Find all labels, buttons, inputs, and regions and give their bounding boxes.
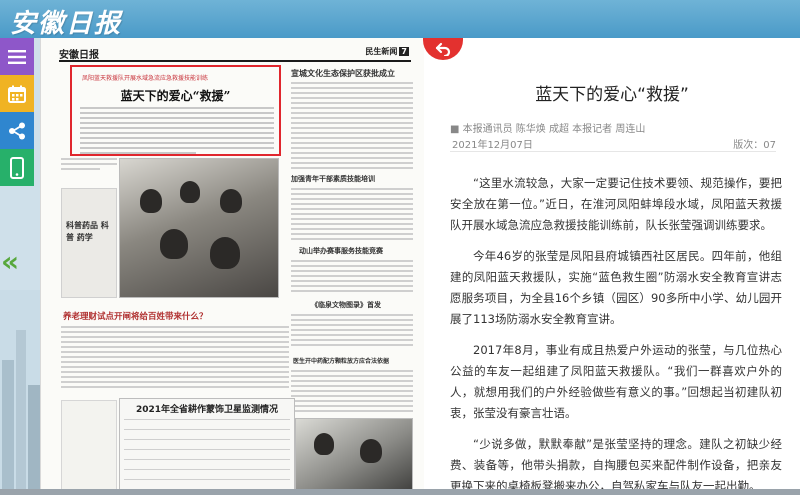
article-page: 版次：07 (733, 140, 776, 151)
highlighted-article-title: 蓝天下的爱心“救援” (120, 89, 231, 103)
highlighted-article-tag: 凤阳蓝天救援队开展水域急流应急救援技能训练 (82, 75, 209, 82)
news-column-right-5 (291, 370, 413, 415)
article-paragraph: 2017年8月，事业有成且热爱户外运动的张莹，与几位热心公益的车友一起组建了凤阳… (450, 343, 782, 420)
highlighted-article-text (80, 107, 274, 157)
news-column-right-4 (291, 314, 413, 349)
previous-page-icon[interactable]: « (1, 248, 19, 276)
highlighted-article-region[interactable]: 凤阳蓝天救援队开展水域急流应急救援技能训练 蓝天下的爱心“救援” (70, 65, 281, 156)
calendar-button[interactable] (0, 75, 34, 112)
site-logo[interactable]: 安徽日报 (10, 3, 122, 40)
headline-6[interactable]: 养老理财试点开闸将给百姓带来什么？ (63, 310, 208, 322)
news-photo-children[interactable] (119, 158, 279, 298)
monitoring-table-title: 2021年全省耕作蒙饰卫星监测情况 (135, 405, 279, 415)
article-body: “这里水流较急，大家一定要记住技术要领、规范操作，要把安全放在第一位。”近日，在… (450, 173, 782, 495)
news-column-right-1 (291, 82, 413, 172)
city-silhouette (0, 290, 40, 495)
news-column-right-2 (291, 188, 413, 243)
headline-5[interactable]: 医生开中药配方颗粒放方应合法依据 (293, 356, 389, 365)
newspaper-masthead: 安徽日报 民生新闻 7 (59, 46, 411, 62)
news-column-lower (61, 326, 289, 391)
monitoring-table[interactable]: 2021年全省耕作蒙饰卫星监测情况 (119, 398, 295, 495)
share-button[interactable] (0, 112, 34, 149)
headline-3[interactable]: 动山举办赛事服务技能竞赛 (299, 246, 383, 256)
mobile-button[interactable] (0, 149, 34, 186)
article-meta: 2021年12月07日 版次：07 (450, 134, 776, 152)
sidebar-feature-box[interactable]: 科普药品 科普 药学 (61, 188, 117, 298)
news-brief-box[interactable] (61, 400, 117, 493)
article-title: 蓝天下的爱心“救援” (535, 85, 689, 105)
article-date: 2021年12月07日 (452, 140, 533, 151)
headline-2[interactable]: 加强青年干部素质技能培训 (291, 174, 375, 184)
article-authors: ■ 本报通讯员 陈华焕 成超 本报记者 周连山 (450, 124, 646, 135)
article-paragraph: “少说多做，默默奉献”是张莹坚持的理念。建队之初缺少经费、装备等，他带头捐款，自… (450, 437, 782, 493)
calendar-icon (8, 85, 26, 103)
article-paragraph: 今年46岁的张莹是凤阳县府城镇西社区居民。四年前，他组建的凤阳蓝天救援队，实施“… (450, 249, 782, 326)
menu-button[interactable] (0, 38, 34, 75)
newspaper-section: 民生新闻 7 (365, 47, 409, 56)
share-icon (9, 122, 25, 139)
article-panel: 蓝天下的爱心“救援” ■ 本报通讯员 陈华焕 成超 本报记者 周连山 2021年… (424, 38, 800, 495)
menu-icon (8, 49, 26, 64)
article-paragraph: “这里水流较急，大家一定要记住技术要领、规范操作，要把安全放在第一位。”近日，在… (450, 176, 782, 232)
app-header: 安徽日报 (0, 0, 800, 40)
newspaper-page[interactable]: 安徽日报 民生新闻 7 科普药品 科普 药学 宣城文化生态保护区获批成立 加强青年… (40, 38, 424, 495)
bottom-scroll-strip (0, 489, 800, 495)
mobile-icon (10, 156, 24, 179)
sidebar-feature-title: 科普药品 科普 药学 (66, 220, 109, 242)
back-arrow-icon (435, 42, 451, 56)
news-photo-clinic[interactable] (295, 418, 413, 493)
newspaper-logo: 安徽日报 (59, 50, 99, 61)
news-column-right-3 (291, 260, 413, 295)
headline-4[interactable]: 《临泉文物图录》首发 (311, 300, 381, 310)
headline-1[interactable]: 宣城文化生态保护区获批成立 (291, 68, 395, 79)
news-column-left (61, 158, 117, 173)
